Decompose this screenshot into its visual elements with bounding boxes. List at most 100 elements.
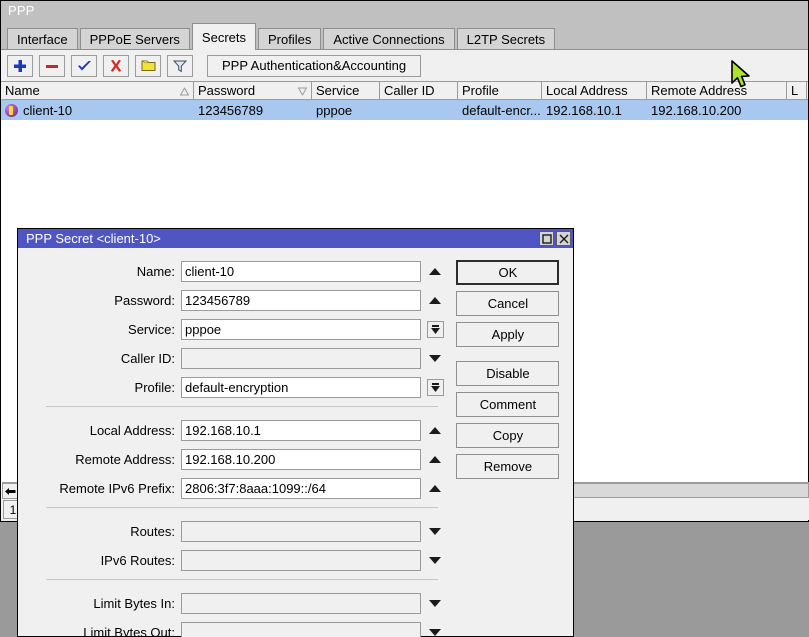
expand-down-icon[interactable] <box>429 600 441 607</box>
cell-name: client-10 <box>1 100 194 120</box>
field-row: Local Address:192.168.10.1 <box>18 419 456 442</box>
copy-button[interactable]: Copy <box>456 423 559 448</box>
column-header-label: Service <box>316 83 359 98</box>
expand-up-icon[interactable] <box>429 268 441 275</box>
remove-button[interactable]: Remove <box>456 454 559 479</box>
cell-caller_id <box>380 100 458 120</box>
expand-down-icon[interactable] <box>429 528 441 535</box>
field-input-ipv6-routes[interactable] <box>181 550 421 571</box>
field-separator <box>46 406 438 407</box>
dialog-fields: Name:client-10 Password:123456789 Service:… <box>18 260 456 637</box>
field-label: Routes: <box>18 524 181 539</box>
expand-down-icon[interactable] <box>429 557 441 564</box>
field-label: Remote Address: <box>18 452 181 467</box>
column-header-remote-address[interactable]: Remote Address <box>647 82 787 99</box>
column-header-label: Profile <box>462 83 499 98</box>
field-label: Limit Bytes Out: <box>18 625 181 637</box>
field-input-name[interactable]: client-10 <box>181 261 421 282</box>
add-button[interactable] <box>7 55 33 77</box>
cancel-button[interactable]: Cancel <box>456 291 559 316</box>
column-header-password[interactable]: Password <box>194 82 312 99</box>
cell-profile: default-encr... <box>458 100 542 120</box>
column-header-label: L <box>791 83 798 98</box>
field-input-caller-id[interactable] <box>181 348 421 369</box>
table-row[interactable]: client-10123456789pppoedefault-encr...19… <box>1 100 808 120</box>
expand-up-icon[interactable] <box>429 297 441 304</box>
tab-interface[interactable]: Interface <box>7 28 78 50</box>
field-input-remote-address[interactable]: 192.168.10.200 <box>181 449 421 470</box>
comment-button[interactable]: Comment <box>456 392 559 417</box>
dropdown-button-icon[interactable] <box>427 321 444 338</box>
close-icon[interactable] <box>556 231 571 246</box>
disable-button[interactable]: Disable <box>456 361 559 386</box>
field-control <box>421 355 449 362</box>
field-input-routes[interactable] <box>181 521 421 542</box>
cell-service: pppoe <box>312 100 380 120</box>
dialog-title: PPP Secret <client-10> <box>26 231 537 246</box>
ppp-auth-accounting-button[interactable]: PPP Authentication&Accounting <box>207 55 421 77</box>
field-control <box>421 600 449 607</box>
mouse-cursor <box>731 60 753 93</box>
tab-profiles[interactable]: Profiles <box>258 28 321 50</box>
field-input-remote-ipv6-prefix[interactable]: 2806:3f7:8aaa:1099::/64 <box>181 478 421 499</box>
column-header-profile[interactable]: Profile <box>458 82 542 99</box>
field-row: Password:123456789 <box>18 289 456 312</box>
dialog-buttons: OK Cancel Apply Disable Comment Copy Remove <box>456 260 573 637</box>
tab-l2tp-secrets[interactable]: L2TP Secrets <box>457 28 556 50</box>
expand-down-icon[interactable] <box>429 629 441 636</box>
dropdown-button-icon[interactable] <box>427 379 444 396</box>
sort-asc-icon <box>180 83 189 98</box>
column-header-caller-id[interactable]: Caller ID <box>380 82 458 99</box>
field-input-password[interactable]: 123456789 <box>181 290 421 311</box>
field-input-limit-bytes-in[interactable] <box>181 593 421 614</box>
cell-local_address: 192.168.10.1 <box>542 100 647 120</box>
disable-button[interactable] <box>103 55 129 77</box>
expand-up-icon[interactable] <box>429 456 441 463</box>
column-header-l[interactable]: L <box>787 82 807 99</box>
tab-active-connections[interactable]: Active Connections <box>323 28 454 50</box>
expand-up-icon[interactable] <box>429 485 441 492</box>
field-label: Remote IPv6 Prefix: <box>18 481 181 496</box>
field-label: Local Address: <box>18 423 181 438</box>
column-header-local-address[interactable]: Local Address <box>542 82 647 99</box>
column-header-service[interactable]: Service <box>312 82 380 99</box>
expand-up-icon[interactable] <box>429 427 441 434</box>
enable-button[interactable] <box>71 55 97 77</box>
table-rows: client-10123456789pppoedefault-encr...19… <box>1 100 808 120</box>
field-input-local-address[interactable]: 192.168.10.1 <box>181 420 421 441</box>
field-input-profile[interactable]: default-encryption <box>181 377 421 398</box>
field-label: Caller ID: <box>18 351 181 366</box>
apply-button[interactable]: Apply <box>456 322 559 347</box>
remove-button[interactable] <box>39 55 65 77</box>
screen: PPP InterfacePPPoE ServersSecretsProfile… <box>0 0 809 637</box>
field-control <box>421 485 449 492</box>
field-label: Limit Bytes In: <box>18 596 181 611</box>
field-control <box>421 528 449 535</box>
ok-button[interactable]: OK <box>456 260 559 285</box>
expand-down-icon[interactable] <box>429 355 441 362</box>
tab-secrets[interactable]: Secrets <box>192 23 256 50</box>
field-control <box>421 456 449 463</box>
field-control <box>421 379 449 396</box>
field-control <box>421 629 449 636</box>
restore-icon[interactable] <box>539 231 554 246</box>
dialog-titlebar: PPP Secret <client-10> <box>18 229 573 248</box>
field-separator <box>46 579 438 580</box>
field-label: Service: <box>18 322 181 337</box>
tab-pppoe-servers[interactable]: PPPoE Servers <box>80 28 190 50</box>
tab-bar: InterfacePPPoE ServersSecretsProfilesAct… <box>1 20 808 50</box>
toolbar: PPP Authentication&Accounting <box>1 49 808 81</box>
field-row: Profile:default-encryption <box>18 376 456 399</box>
sort-desc-icon <box>298 83 307 98</box>
field-row: Name:client-10 <box>18 260 456 283</box>
field-row: Service:pppoe <box>18 318 456 341</box>
window-title: PPP <box>8 3 35 18</box>
field-input-limit-bytes-out[interactable] <box>181 622 421 637</box>
cell-extra <box>787 100 807 120</box>
comment-button[interactable] <box>135 55 161 77</box>
column-header-name[interactable]: Name <box>1 82 194 99</box>
filter-button[interactable] <box>167 55 193 77</box>
field-input-service[interactable]: pppoe <box>181 319 421 340</box>
field-control <box>421 321 449 338</box>
table-header: NamePassword Service Caller ID Profile Local… <box>1 81 808 100</box>
